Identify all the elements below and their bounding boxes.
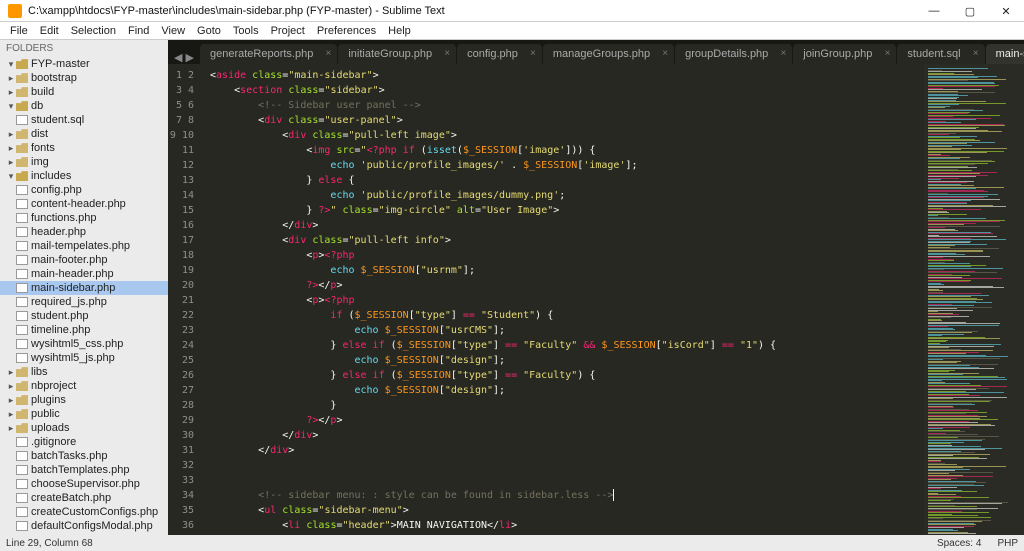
indent-setting[interactable]: Spaces: 4	[937, 538, 981, 549]
menu-edit[interactable]: Edit	[40, 25, 59, 37]
tree-defaultconfigsmodal-php[interactable]: defaultConfigsModal.php	[0, 519, 168, 533]
tree-dist[interactable]: ▸dist	[0, 127, 168, 141]
tree-timeline-php[interactable]: timeline.php	[0, 323, 168, 337]
menu-preferences[interactable]: Preferences	[317, 25, 376, 37]
tree-mail-tempelates-php[interactable]: mail-tempelates.php	[0, 239, 168, 253]
tab-strip[interactable]: ◀ ▶ generateReports.php×initiateGroup.ph…	[168, 40, 1024, 64]
tab-config-php[interactable]: config.php×	[457, 44, 542, 64]
line-gutter: 1 2 3 4 5 6 7 8 9 10 11 12 13 14 15 16 1…	[168, 64, 202, 535]
tab-close-icon[interactable]: ×	[326, 48, 332, 59]
menu-project[interactable]: Project	[271, 25, 305, 37]
menu-goto[interactable]: Goto	[197, 25, 221, 37]
code-area[interactable]: <aside class="main-sidebar"> <section cl…	[202, 64, 924, 535]
tree-createbatch-php[interactable]: createBatch.php	[0, 491, 168, 505]
menu-view[interactable]: View	[161, 25, 185, 37]
tab-close-icon[interactable]: ×	[662, 48, 668, 59]
tree-main-header-php[interactable]: main-header.php	[0, 267, 168, 281]
window-titlebar: C:\xampp\htdocs\FYP-master\includes\main…	[0, 0, 1024, 22]
sidebar-header: FOLDERS	[0, 40, 168, 57]
tree-choosesupervisor-php[interactable]: chooseSupervisor.php	[0, 477, 168, 491]
tree-batchtasks-php[interactable]: batchTasks.php	[0, 449, 168, 463]
tree-functions-php[interactable]: functions.php	[0, 211, 168, 225]
tree-student-php[interactable]: student.php	[0, 309, 168, 323]
code-editor[interactable]: 1 2 3 4 5 6 7 8 9 10 11 12 13 14 15 16 1…	[168, 64, 1024, 535]
tree-includes[interactable]: ▾includes	[0, 169, 168, 183]
minimize-button[interactable]: —	[916, 0, 952, 22]
minimap[interactable]	[924, 64, 1024, 535]
tree-batchtemplates-php[interactable]: batchTemplates.php	[0, 463, 168, 477]
tab-close-icon[interactable]: ×	[973, 48, 979, 59]
tree-config-php[interactable]: config.php	[0, 183, 168, 197]
tree-libs[interactable]: ▸libs	[0, 365, 168, 379]
tree-img[interactable]: ▸img	[0, 155, 168, 169]
tree-db[interactable]: ▾db	[0, 99, 168, 113]
tab-student-sql[interactable]: student.sql×	[897, 44, 984, 64]
syntax-mode[interactable]: PHP	[997, 538, 1018, 549]
tree-build[interactable]: ▸build	[0, 85, 168, 99]
tree-fonts[interactable]: ▸fonts	[0, 141, 168, 155]
tab-groupdetails-php[interactable]: groupDetails.php×	[675, 44, 792, 64]
tree-bootstrap[interactable]: ▸bootstrap	[0, 71, 168, 85]
tree-nbproject[interactable]: ▸nbproject	[0, 379, 168, 393]
tree-student-sql[interactable]: student.sql	[0, 113, 168, 127]
menu-bar: File Edit Selection Find View Goto Tools Projec…	[0, 22, 1024, 40]
menu-selection[interactable]: Selection	[71, 25, 116, 37]
tab-close-icon[interactable]: ×	[530, 48, 536, 59]
tab-close-icon[interactable]: ×	[444, 48, 450, 59]
tab-initiategroup-php[interactable]: initiateGroup.php×	[338, 44, 456, 64]
folder-sidebar[interactable]: FOLDERS ▾FYP-master▸bootstrap▸build▾dbst…	[0, 40, 168, 535]
menu-file[interactable]: File	[10, 25, 28, 37]
menu-help[interactable]: Help	[388, 25, 411, 37]
menu-tools[interactable]: Tools	[233, 25, 259, 37]
tree-wysihtml5_css-php[interactable]: wysihtml5_css.php	[0, 337, 168, 351]
tab-joingroup-php[interactable]: joinGroup.php×	[793, 44, 896, 64]
tab-close-icon[interactable]: ×	[885, 48, 891, 59]
tree-main-sidebar-php[interactable]: main-sidebar.php	[0, 281, 168, 295]
tree-plugins[interactable]: ▸plugins	[0, 393, 168, 407]
close-button[interactable]: ✕	[988, 0, 1024, 22]
tree-header-php[interactable]: header.php	[0, 225, 168, 239]
tree--gitignore[interactable]: .gitignore	[0, 435, 168, 449]
tab-nav-arrows[interactable]: ◀ ▶	[168, 51, 200, 64]
app-icon	[8, 4, 22, 18]
tree-editprofilefaculty-php[interactable]: editProfileFaculty.php	[0, 533, 168, 535]
tab-generatereports-php[interactable]: generateReports.php×	[200, 44, 337, 64]
tree-fyp-master[interactable]: ▾FYP-master	[0, 57, 168, 71]
menu-find[interactable]: Find	[128, 25, 149, 37]
tab-main-sidebar-php[interactable]: main-sidebar.php×	[986, 44, 1024, 64]
tree-required_js-php[interactable]: required_js.php	[0, 295, 168, 309]
tree-uploads[interactable]: ▸uploads	[0, 421, 168, 435]
window-title: C:\xampp\htdocs\FYP-master\includes\main…	[28, 5, 445, 17]
maximize-button[interactable]: ▢	[952, 0, 988, 22]
tree-content-header-php[interactable]: content-header.php	[0, 197, 168, 211]
cursor-position[interactable]: Line 29, Column 68	[6, 538, 93, 549]
status-bar: Line 29, Column 68 Spaces: 4 PHP	[0, 535, 1024, 551]
tree-createcustomconfigs-php[interactable]: createCustomConfigs.php	[0, 505, 168, 519]
tab-close-icon[interactable]: ×	[780, 48, 786, 59]
tree-main-footer-php[interactable]: main-footer.php	[0, 253, 168, 267]
file-tree[interactable]: ▾FYP-master▸bootstrap▸build▾dbstudent.sq…	[0, 57, 168, 535]
tree-wysihtml5_js-php[interactable]: wysihtml5_js.php	[0, 351, 168, 365]
tree-public[interactable]: ▸public	[0, 407, 168, 421]
tab-managegroups-php[interactable]: manageGroups.php×	[543, 44, 674, 64]
